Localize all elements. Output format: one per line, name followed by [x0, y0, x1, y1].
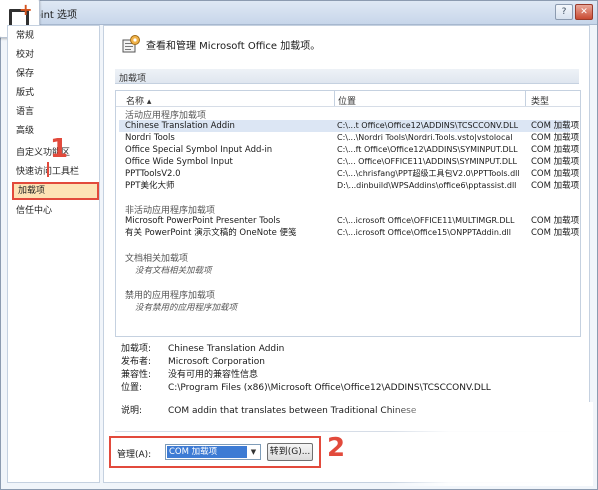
annotation-step-2: 2	[327, 433, 346, 463]
addin-name: Nordri Tools	[125, 133, 175, 143]
group-document: 文档相关加载项	[125, 254, 189, 264]
go-button[interactable]: 转到(G)...	[267, 443, 313, 461]
section-title: 加载项	[119, 74, 147, 84]
addin-location: C:\... Office\OFFICE11\ADDINS\SYMINPUT.D…	[337, 157, 517, 166]
addin-name: PPT美化大师	[125, 181, 175, 191]
annotation-step-1-pointer	[47, 162, 49, 177]
table-row[interactable]: Office Wide Symbol Input C:\... Office\O…	[119, 156, 579, 168]
sidebar-item-general[interactable]: 常规	[16, 29, 34, 43]
addin-name: PPTToolsV2.0	[125, 169, 181, 179]
sidebar-item-proofing[interactable]: 校对	[16, 48, 34, 62]
addin-location: C:\...t Office\Office12\ADDINS\TCSCCONV.…	[337, 121, 519, 130]
group-document-empty: 没有文档相关加载项	[135, 266, 212, 276]
detail-compat-label: 兼容性:	[121, 370, 152, 380]
detail-description-value: COM addin that translates between Tradit…	[168, 406, 417, 416]
addin-location: C:\...icrosoft Office\Office15\ONPPTAddi…	[337, 228, 511, 237]
addin-type: COM 加载项	[531, 228, 580, 238]
addin-location: C:\...\Nordri Tools\Nordri.Tools.vsto|vs…	[337, 133, 513, 142]
addin-type: COM 加载项	[531, 216, 580, 226]
addins-gear-icon	[122, 35, 140, 53]
detail-publisher-value: Microsoft Corporation	[168, 357, 265, 367]
chevron-down-icon[interactable]: ▼	[248, 446, 259, 458]
addin-location: D:\...dinbuild\WPSAddins\office6\pptassi…	[337, 181, 517, 190]
close-button[interactable]: ✕	[575, 4, 593, 20]
addin-type: COM 加载项	[531, 169, 580, 179]
sidebar-item-trust-center[interactable]: 信任中心	[16, 204, 52, 218]
addin-type: COM 加载项	[531, 157, 580, 167]
group-disabled: 禁用的应用程序加载项	[125, 291, 216, 301]
table-row[interactable]: Chinese Translation Addin C:\...t Office…	[119, 120, 579, 132]
manage-dropdown[interactable]: COM 加载项 ▼	[165, 444, 261, 460]
addin-type: COM 加载项	[531, 181, 580, 191]
detail-compat-value: 没有可用的兼容性信息	[168, 370, 259, 380]
addin-type: COM 加载项	[531, 133, 580, 143]
addin-name: Office Wide Symbol Input	[125, 157, 233, 167]
table-row[interactable]: 有关 PowerPoint 演示文稿的 OneNote 便笺 C:\...icr…	[119, 227, 579, 239]
options-sidebar: 常规 校对 保存 版式 语言 高级 自定义功能区 快速访问工具栏 加载项 信任中…	[7, 25, 100, 483]
table-row[interactable]: PPT美化大师 D:\...dinbuild\WPSAddins\office6…	[119, 180, 579, 192]
detail-publisher-label: 发布者:	[121, 357, 152, 367]
help-button[interactable]: ?	[555, 4, 573, 20]
addin-name: Chinese Translation Addin	[125, 121, 235, 131]
sidebar-item-language[interactable]: 语言	[16, 105, 34, 119]
table-row[interactable]: Office Special Symbol Input Add-in C:\..…	[119, 144, 579, 156]
addin-location: C:\...\chrisfang\PPT超级工具包V2.0\PPTTools.d…	[337, 169, 520, 178]
detail-location-value: C:\Program Files (x86)\Microsoft Office\…	[168, 383, 491, 393]
table-row[interactable]: Nordri Tools C:\...\Nordri Tools\Nordri.…	[119, 132, 579, 144]
manage-label: 管理(A):	[117, 450, 152, 460]
sidebar-item-layout[interactable]: 版式	[16, 86, 34, 100]
manage-dropdown-value: COM 加载项	[167, 446, 247, 458]
addin-name: 有关 PowerPoint 演示文稿的 OneNote 便笺	[125, 228, 297, 238]
title-bar: Point 选项 ? ✕	[1, 1, 597, 25]
addin-name: Office Special Symbol Input Add-in	[125, 145, 273, 155]
detail-addin-label: 加载项:	[121, 344, 152, 354]
watermark-overlay	[388, 402, 593, 486]
sidebar-item-advanced[interactable]: 高级	[16, 124, 34, 138]
manage-addins-control: 管理(A): COM 加载项 ▼ 转到(G)...	[109, 436, 321, 468]
detail-location-label: 位置:	[121, 383, 143, 393]
addins-list[interactable]: 名称 ▴ 位置 类型 活动应用程序加载项 Chinese Translation…	[115, 90, 581, 337]
sidebar-item-save[interactable]: 保存	[16, 67, 34, 81]
table-row[interactable]: PPTToolsV2.0 C:\...\chrisfang\PPT超级工具包V2…	[119, 168, 579, 180]
addin-location: C:\...ft Office\Office12\ADDINS\SYMINPUT…	[337, 145, 518, 154]
detail-addin-value: Chinese Translation Addin	[168, 344, 285, 354]
detail-description-label: 说明:	[121, 406, 143, 416]
page-header: 查看和管理 Microsoft Office 加载项。	[146, 41, 321, 52]
table-row[interactable]: Microsoft PowerPoint Presenter Tools C:\…	[119, 215, 579, 227]
addin-name: Microsoft PowerPoint Presenter Tools	[125, 216, 281, 226]
annotation-step-1: 1	[50, 134, 69, 164]
addin-location: C:\...icrosoft Office\OFFICE11\MULTIMGR.…	[337, 216, 515, 225]
sidebar-item-addins[interactable]: 加载项	[12, 182, 99, 200]
addin-type: COM 加载项	[531, 145, 580, 155]
group-disabled-empty: 没有禁用的应用程序加载项	[135, 303, 238, 313]
addin-type: COM 加载项	[531, 121, 580, 131]
section-header: 加载项	[115, 69, 579, 84]
